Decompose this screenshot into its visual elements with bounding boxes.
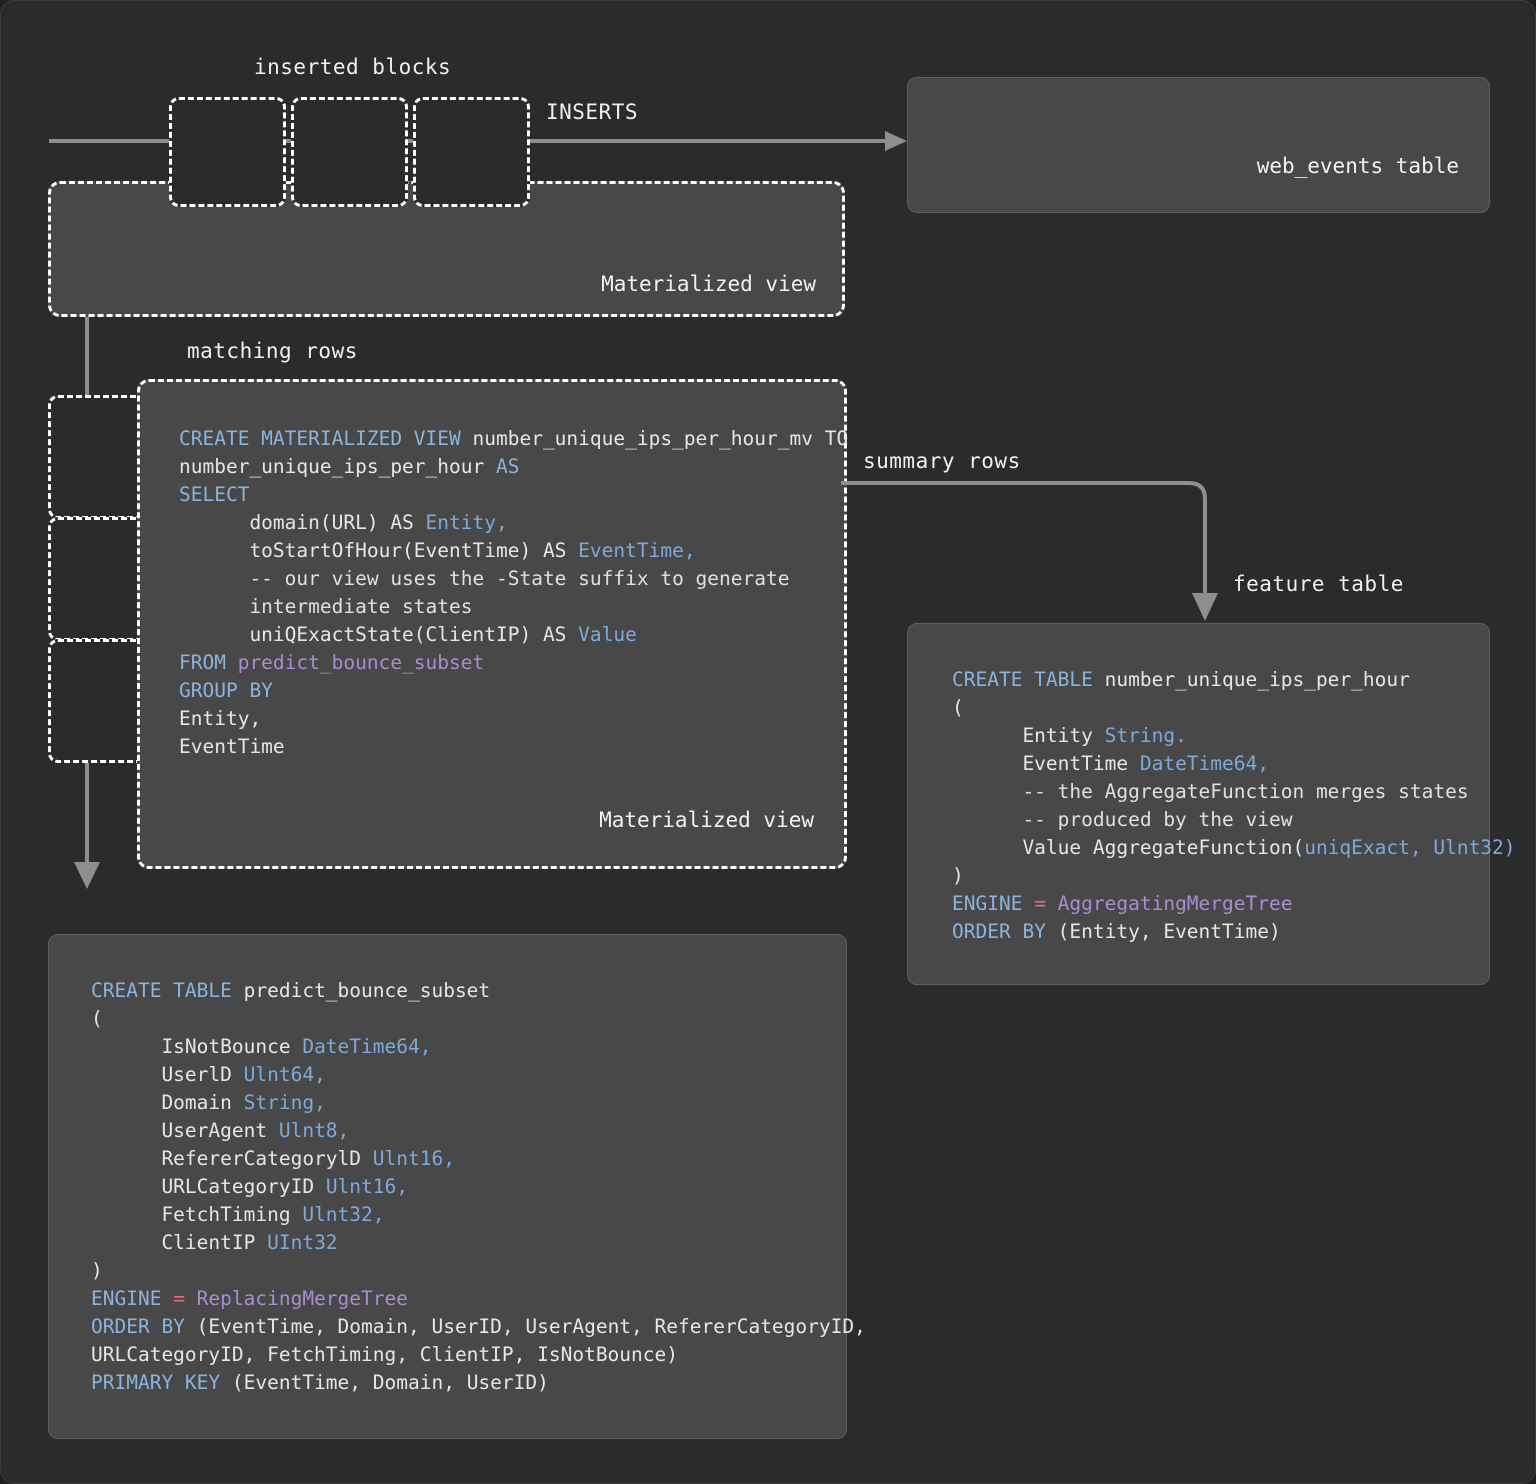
- summary-rows-label: summary rows: [863, 449, 1021, 473]
- materialized-view-sql-code: CREATE MATERIALIZED VIEW number_unique_i…: [179, 425, 848, 761]
- inserted-block-3: [413, 97, 530, 207]
- source-table-panel: CREATE TABLE predict_bounce_subset ( IsN…: [48, 934, 847, 1439]
- materialized-view-sql-caption: Materialized view: [599, 808, 814, 832]
- feature-table-panel: CREATE TABLE number_unique_ips_per_hour …: [907, 623, 1490, 985]
- matching-rows-label: matching rows: [187, 339, 358, 363]
- inserted-blocks-label: inserted blocks: [254, 55, 451, 79]
- diagram-canvas: inserted blocks INSERTS Materialized vie…: [0, 0, 1536, 1484]
- source-table-code: CREATE TABLE predict_bounce_subset ( IsN…: [91, 977, 866, 1397]
- web-events-table-caption: web_events table: [1257, 154, 1459, 178]
- feature-table-label: feature table: [1233, 572, 1404, 596]
- inserted-block-2: [291, 97, 408, 207]
- materialized-view-top-caption: Materialized view: [601, 272, 816, 296]
- inserts-label: INSERTS: [546, 100, 638, 124]
- materialized-view-sql-panel: CREATE MATERIALIZED VIEW number_unique_i…: [137, 379, 847, 869]
- inserted-block-1: [169, 97, 286, 207]
- web-events-table-panel: web_events table: [907, 77, 1490, 213]
- summary-rows-arrow: [841, 471, 1241, 631]
- feature-table-code: CREATE TABLE number_unique_ips_per_hour …: [952, 666, 1516, 946]
